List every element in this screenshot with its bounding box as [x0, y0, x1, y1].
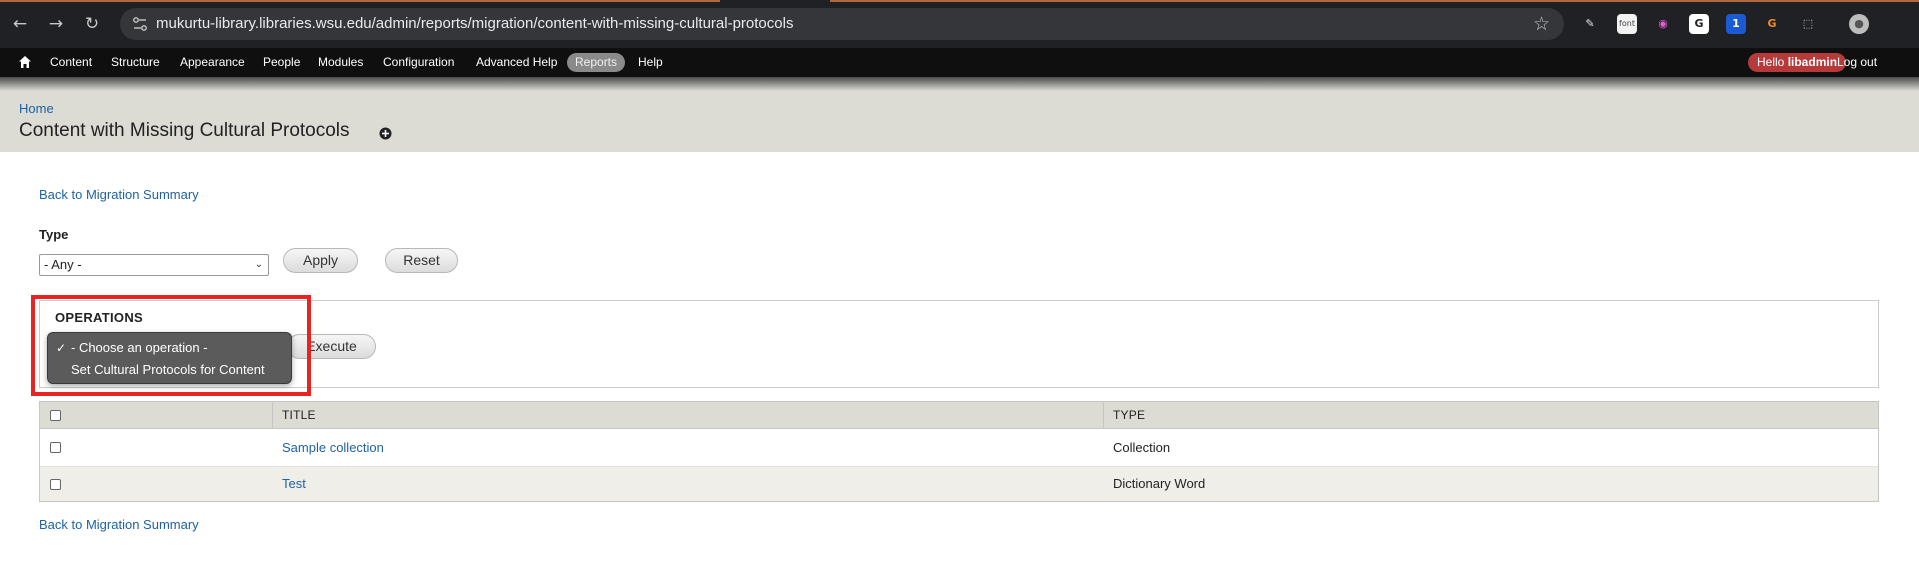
toolbar-item-appearance[interactable]: Appearance: [180, 48, 245, 77]
back-to-migration-summary-link[interactable]: Back to Migration Summary: [39, 187, 199, 202]
table-header-row: TITLE TYPE: [40, 402, 1878, 429]
type-filter-label: Type: [39, 227, 69, 242]
type-filter-value: - Any -: [44, 257, 82, 272]
toolbar-item-modules[interactable]: Modules: [318, 48, 363, 77]
type-filter-select[interactable]: - Any - ⌄: [39, 254, 269, 276]
toolbar-item-content[interactable]: Content: [50, 48, 92, 77]
toolbar-item-configuration[interactable]: Configuration: [383, 48, 454, 77]
home-icon[interactable]: [18, 55, 32, 69]
greeting-text: Hello: [1757, 55, 1788, 69]
row-title-link[interactable]: Sample collection: [282, 440, 384, 455]
username: libadmin: [1787, 55, 1838, 69]
row-title-cell: Sample collection: [272, 429, 1103, 466]
forward-arrow-icon[interactable]: →: [44, 12, 68, 36]
apply-button[interactable]: Apply: [283, 248, 358, 273]
url-text[interactable]: mukurtu-library.libraries.wsu.edu/admin/…: [156, 8, 793, 40]
toolbar-item-help[interactable]: Help: [638, 48, 663, 77]
address-bar[interactable]: mukurtu-library.libraries.wsu.edu/admin/…: [120, 8, 1564, 40]
annotation-highlight-box: [31, 295, 311, 396]
toolbar-item-advanced-help[interactable]: Advanced Help: [476, 48, 557, 77]
browser-toolbar: ← → ↻ mukurtu-library.libraries.wsu.edu/…: [0, 0, 1919, 48]
profile-avatar-icon[interactable]: ●: [1849, 14, 1869, 34]
orange-g-extension-icon[interactable]: G: [1762, 14, 1782, 34]
content-table: TITLE TYPE Sample collection Collection …: [39, 401, 1879, 502]
header-select-cell: [40, 402, 272, 428]
eyedropper-icon[interactable]: ✎: [1580, 14, 1600, 34]
tab-strip-accent-right: [830, 0, 1919, 2]
reload-icon[interactable]: ↻: [80, 12, 104, 36]
row-type: Collection: [1113, 440, 1171, 455]
table-row: Sample collection Collection: [40, 429, 1878, 466]
row-title-cell: Test: [272, 467, 1103, 501]
header-title: TITLE: [282, 408, 316, 422]
color-wheel-icon[interactable]: ◉: [1653, 14, 1673, 34]
user-greeting-badge[interactable]: Hello libadmin: [1748, 53, 1847, 72]
add-shortcut-icon[interactable]: [379, 127, 392, 140]
header-title-cell[interactable]: TITLE: [272, 402, 1103, 428]
password-manager-icon[interactable]: 1: [1726, 14, 1746, 34]
bookmark-star-icon[interactable]: ☆: [1533, 12, 1550, 36]
row-type-cell: Collection: [1103, 429, 1878, 466]
back-to-migration-summary-link-bottom[interactable]: Back to Migration Summary: [39, 517, 199, 532]
row-checkbox[interactable]: [50, 479, 61, 490]
table-row: Test Dictionary Word: [40, 466, 1878, 501]
tab-strip-accent: [0, 0, 720, 2]
page-title: Content with Missing Cultural Protocols: [19, 120, 350, 141]
admin-toolbar: Content Structure Appearance People Modu…: [0, 48, 1919, 77]
toolbar-item-people[interactable]: People: [263, 48, 300, 77]
row-title-link[interactable]: Test: [282, 476, 306, 491]
row-checkbox[interactable]: [50, 442, 61, 453]
header-type: TYPE: [1113, 408, 1146, 422]
toolbar-shadow: [0, 77, 1919, 91]
toolbar-item-structure[interactable]: Structure: [111, 48, 160, 77]
row-type-cell: Dictionary Word: [1103, 467, 1878, 501]
chevron-down-icon: ⌄: [254, 259, 263, 270]
back-arrow-icon[interactable]: ←: [8, 12, 32, 36]
breadcrumb-home-link[interactable]: Home: [19, 101, 54, 116]
site-settings-icon[interactable]: [132, 16, 148, 32]
row-select-cell: [40, 467, 272, 501]
select-all-checkbox[interactable]: [50, 410, 61, 421]
header-type-cell[interactable]: TYPE: [1103, 402, 1878, 428]
row-type: Dictionary Word: [1113, 476, 1206, 491]
font-extension-icon[interactable]: font: [1617, 14, 1637, 34]
row-select-cell: [40, 429, 272, 466]
puzzle-icon[interactable]: ⬚: [1798, 14, 1818, 34]
logout-link[interactable]: Log out: [1837, 48, 1877, 77]
reset-button[interactable]: Reset: [385, 248, 458, 273]
grammar-extension-icon[interactable]: G: [1689, 14, 1709, 34]
toolbar-item-reports[interactable]: Reports: [567, 53, 626, 72]
